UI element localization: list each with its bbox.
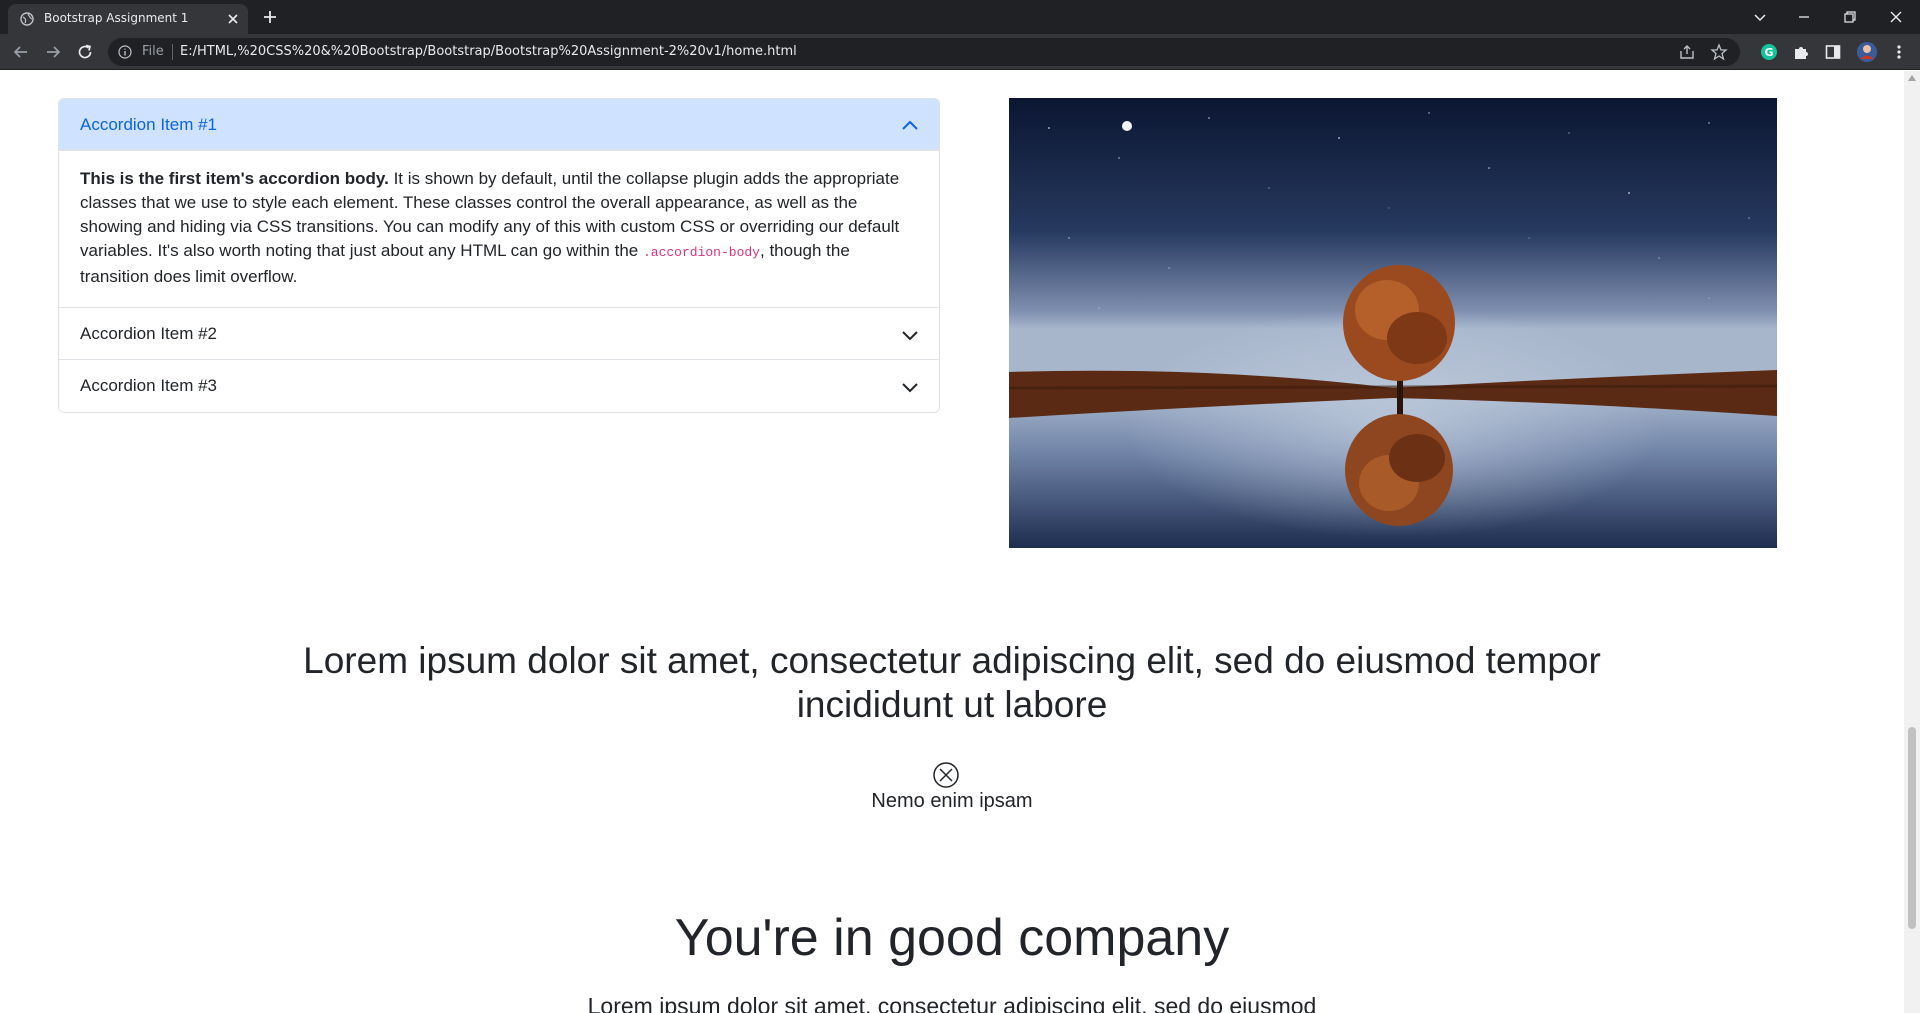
back-icon[interactable] — [12, 43, 30, 61]
chevron-down-icon — [902, 383, 918, 393]
browser-toolbar: File E:/HTML,%20CSS%20&%20Bootstrap/Boot… — [0, 34, 1920, 70]
accordion-body-code: .accordion-body — [642, 245, 760, 260]
url-text[interactable]: E:/HTML,%20CSS%20&%20Bootstrap/Bootstrap… — [180, 44, 797, 59]
new-tab-icon[interactable] — [260, 7, 280, 27]
close-window-icon[interactable] — [1884, 5, 1908, 29]
accordion-item-1-body: This is the first item's accordion body.… — [59, 151, 939, 308]
circle-x-icon — [933, 762, 959, 788]
grammarly-extension-icon[interactable]: G — [1760, 43, 1778, 61]
restore-icon[interactable] — [1838, 5, 1862, 29]
page-viewport: Accordion Item #1 This is the first item… — [0, 71, 1904, 1013]
browser-tab-strip: Bootstrap Assignment 1 — [0, 0, 1920, 34]
scrollbar-thumb[interactable] — [1908, 727, 1916, 929]
address-bar[interactable]: File E:/HTML,%20CSS%20&%20Bootstrap/Boot… — [108, 38, 1740, 66]
accordion: Accordion Item #1 This is the first item… — [58, 98, 940, 413]
browser-menu-icon[interactable] — [1894, 43, 1904, 61]
tab-search-icon[interactable] — [1748, 5, 1772, 29]
site-info-icon[interactable] — [118, 45, 132, 59]
accordion-item-3-header[interactable]: Accordion Item #3 — [59, 360, 939, 412]
profile-avatar-icon[interactable] — [1856, 41, 1878, 63]
url-divider — [172, 44, 173, 60]
night-tree-reflection-image — [1009, 98, 1777, 548]
chevron-down-icon — [902, 331, 918, 341]
chevron-up-icon — [902, 120, 918, 130]
side-panel-icon[interactable] — [1824, 43, 1842, 61]
share-icon[interactable] — [1678, 43, 1696, 61]
browser-tab[interactable]: Bootstrap Assignment 1 — [8, 4, 248, 34]
tab-title: Bootstrap Assignment 1 — [44, 11, 189, 25]
accordion-item-2-header[interactable]: Accordion Item #2 — [59, 308, 939, 360]
close-tab-icon[interactable] — [224, 10, 242, 28]
url-scheme-label: File — [142, 44, 164, 59]
scroll-up-arrow-icon[interactable] — [1908, 75, 1916, 81]
globe-icon — [20, 12, 34, 26]
feature-caption: Nemo enim ipsam — [871, 790, 1033, 812]
company-subtext: Lorem ipsum dolor sit amet, consectetur … — [587, 993, 1317, 1013]
forward-icon[interactable] — [44, 43, 62, 61]
lead-heading: Lorem ipsum dolor sit amet, consectetur … — [303, 640, 1601, 725]
grammarly-badge: G — [1764, 46, 1773, 59]
minimize-icon[interactable] — [1792, 5, 1816, 29]
accordion-item-2-title: Accordion Item #2 — [80, 324, 218, 343]
accordion-item-3-title: Accordion Item #3 — [80, 376, 218, 395]
reload-icon[interactable] — [76, 43, 94, 61]
accordion-item-1-header[interactable]: Accordion Item #1 — [59, 99, 939, 151]
company-heading: You're in good company — [674, 909, 1230, 967]
accordion-item-1-title: Accordion Item #1 — [80, 115, 218, 134]
accordion-body-strong: This is the first item's accordion body. — [80, 169, 389, 188]
extensions-puzzle-icon[interactable] — [1792, 43, 1810, 61]
page-scrollbar[interactable] — [1904, 71, 1920, 1013]
bookmark-star-icon[interactable] — [1710, 43, 1728, 61]
